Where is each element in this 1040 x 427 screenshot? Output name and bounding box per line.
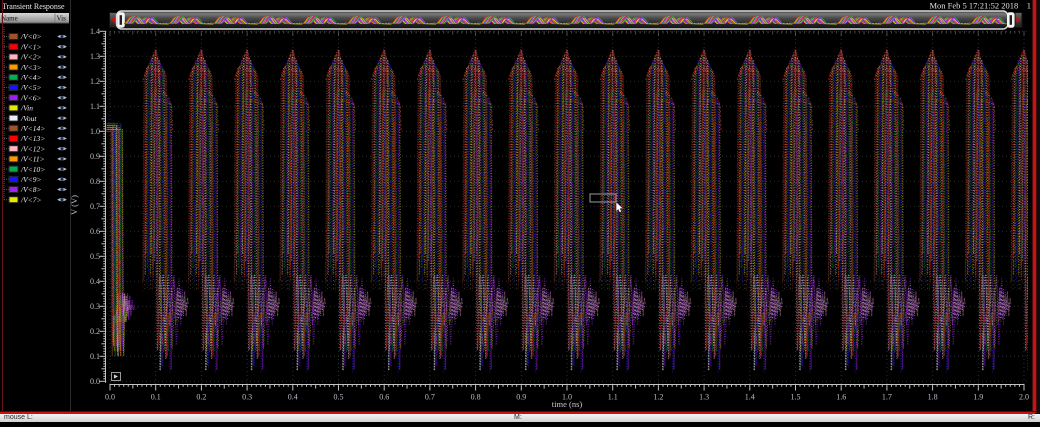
svg-text:1.4: 1.4: [90, 27, 100, 36]
svg-text:0.0: 0.0: [90, 377, 100, 386]
svg-text:/V<3>: /V<3>: [20, 63, 42, 72]
svg-text:/V<8>: /V<8>: [20, 185, 42, 194]
svg-text:0.3: 0.3: [90, 302, 100, 311]
svg-text:0.7: 0.7: [90, 202, 100, 211]
svg-text:0.0: 0.0: [105, 393, 115, 402]
svg-text:1.8: 1.8: [928, 393, 938, 402]
svg-text:1.2: 1.2: [90, 77, 100, 86]
svg-text:/V<9>: /V<9>: [20, 175, 42, 184]
svg-text:0.4: 0.4: [288, 393, 298, 402]
svg-text:1.7: 1.7: [882, 393, 892, 402]
svg-text:/V<0>: /V<0>: [20, 32, 42, 41]
svg-text:0.1: 0.1: [151, 393, 161, 402]
svg-text:/V<6>: /V<6>: [20, 93, 42, 102]
svg-text:/V<13>: /V<13>: [20, 134, 45, 143]
svg-text:0.5: 0.5: [90, 252, 100, 261]
svg-text:0.6: 0.6: [379, 393, 389, 402]
svg-text:1.3: 1.3: [90, 52, 100, 61]
svg-text:0.6: 0.6: [90, 227, 100, 236]
svg-text:0.1: 0.1: [90, 352, 100, 361]
svg-text:Name: Name: [1, 14, 18, 22]
svg-text:/V<10>: /V<10>: [20, 165, 45, 174]
svg-text:0.9: 0.9: [516, 393, 526, 402]
svg-text:1.2: 1.2: [653, 393, 663, 402]
svg-text:/Vout: /Vout: [20, 114, 37, 123]
svg-text:/Vin: /Vin: [20, 104, 33, 113]
svg-text:0.2: 0.2: [90, 327, 100, 336]
svg-text:0.2: 0.2: [196, 393, 206, 402]
svg-text:1.3: 1.3: [699, 393, 709, 402]
svg-text:Transient Response: Transient Response: [2, 2, 65, 11]
svg-text:/V<7>: /V<7>: [20, 195, 42, 204]
svg-text:1.5: 1.5: [791, 393, 801, 402]
svg-text:2.0: 2.0: [1019, 393, 1029, 402]
svg-text:/V<4>: /V<4>: [20, 73, 42, 82]
svg-text:/V<1>: /V<1>: [20, 42, 42, 51]
svg-text:/V<12>: /V<12>: [20, 144, 45, 153]
svg-text:1.0: 1.0: [90, 127, 100, 136]
svg-text:1.4: 1.4: [745, 393, 755, 402]
svg-text:0.8: 0.8: [90, 177, 100, 186]
svg-text:/V<2>: /V<2>: [20, 53, 42, 62]
svg-text:0.8: 0.8: [471, 393, 481, 402]
svg-text:Vis: Vis: [57, 14, 67, 22]
svg-text:0.9: 0.9: [90, 152, 100, 161]
svg-text:/V<5>: /V<5>: [20, 83, 42, 92]
svg-text:0.7: 0.7: [425, 393, 435, 402]
svg-text:1.9: 1.9: [973, 393, 983, 402]
svg-text:1.1: 1.1: [608, 393, 618, 402]
svg-text:0.3: 0.3: [242, 393, 252, 402]
svg-text:time (ns): time (ns): [552, 399, 583, 409]
svg-text:Mon Feb 5 17:21:52 2018 1: Mon Feb 5 17:21:52 2018 1: [929, 1, 1031, 11]
svg-text:1.6: 1.6: [836, 393, 846, 402]
svg-text:0.4: 0.4: [90, 277, 100, 286]
svg-text:/V<14>: /V<14>: [20, 124, 45, 133]
svg-text:1.1: 1.1: [90, 102, 100, 111]
svg-text:/V<11>: /V<11>: [20, 155, 45, 164]
svg-text:0.5: 0.5: [334, 393, 344, 402]
